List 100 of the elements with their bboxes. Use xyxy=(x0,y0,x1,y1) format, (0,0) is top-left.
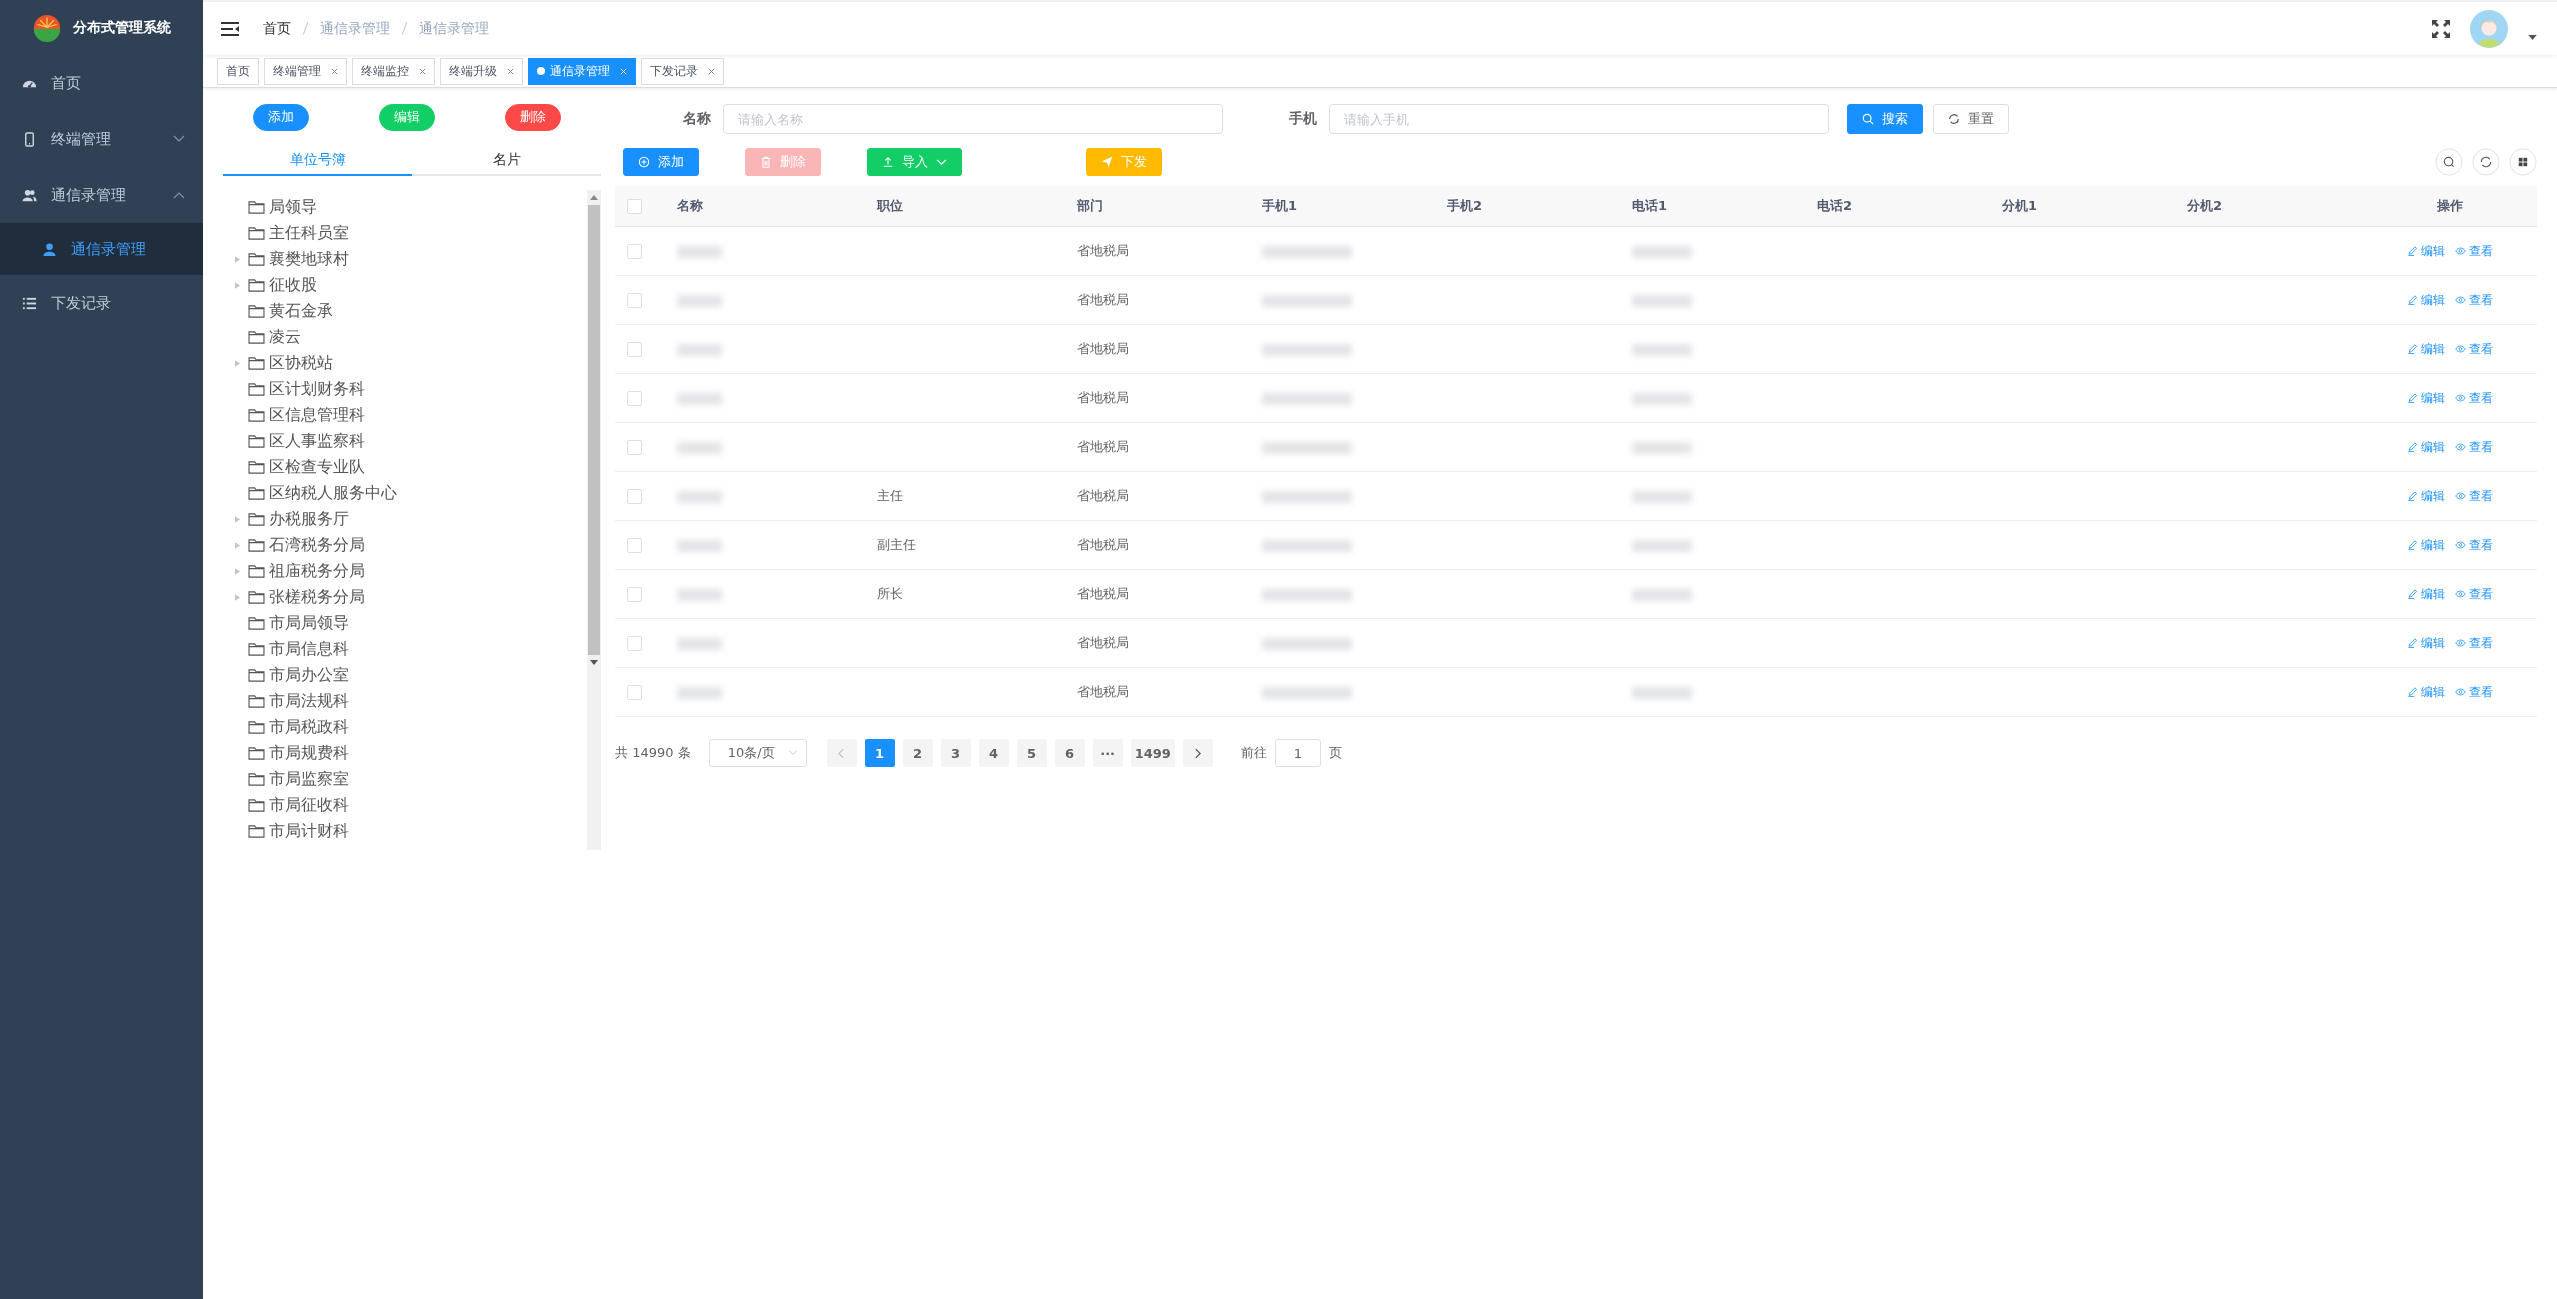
panel-tab[interactable]: 单位号簿 xyxy=(223,144,412,176)
action-link[interactable]: 查看 xyxy=(2454,242,2493,260)
grid-icon[interactable] xyxy=(2509,148,2537,176)
action-link[interactable]: 编辑 xyxy=(2406,585,2445,603)
page-number[interactable]: 1 xyxy=(864,739,895,767)
tree-node[interactable]: 区检查专业队 xyxy=(223,454,587,480)
close-icon[interactable] xyxy=(419,67,426,75)
page-number[interactable]: 3 xyxy=(940,739,971,767)
tree-node[interactable]: 区纳税人服务中心 xyxy=(223,480,587,506)
expand-arrow-icon[interactable] xyxy=(235,541,240,549)
sidebar-menu-item[interactable]: 通信录管理 xyxy=(0,167,203,223)
round-button[interactable]: 删除 xyxy=(505,103,561,131)
tree-node[interactable]: 主任科员室 xyxy=(223,220,587,246)
tree-node[interactable]: 石湾税务分局 xyxy=(223,532,587,558)
action-link[interactable]: 查看 xyxy=(2454,585,2493,603)
caret-icon[interactable] xyxy=(2528,35,2537,40)
select-all-checkbox[interactable] xyxy=(627,199,642,214)
breadcrumb-item[interactable]: 首页 xyxy=(263,19,291,38)
close-icon[interactable] xyxy=(708,67,715,75)
close-icon[interactable] xyxy=(507,67,514,75)
page-tab[interactable]: 终端管理 xyxy=(264,57,347,85)
tree-node[interactable]: 征收股 xyxy=(223,272,587,298)
avatar-icon[interactable] xyxy=(2470,9,2508,48)
tree-node[interactable]: 市局信息科 xyxy=(223,636,587,662)
row-checkbox[interactable] xyxy=(627,636,642,651)
row-checkbox[interactable] xyxy=(627,293,642,308)
expand-arrow-icon[interactable] xyxy=(235,359,240,367)
tree-node[interactable]: 局领导 xyxy=(223,194,587,220)
round-button[interactable]: 添加 xyxy=(253,103,309,131)
row-checkbox[interactable] xyxy=(627,391,642,406)
page-tab[interactable]: 终端监控 xyxy=(352,57,435,85)
next-page-button[interactable] xyxy=(1182,739,1213,767)
close-icon[interactable] xyxy=(331,67,338,75)
tree-node[interactable]: 区协税站 xyxy=(223,350,587,376)
tree-node[interactable]: 市局监察室 xyxy=(223,766,587,792)
action-link[interactable]: 查看 xyxy=(2454,340,2493,358)
tree-node[interactable]: 市局局领导 xyxy=(223,610,587,636)
tree-node[interactable]: 凌云 xyxy=(223,324,587,350)
row-checkbox[interactable] xyxy=(627,440,642,455)
action-link[interactable]: 编辑 xyxy=(2406,291,2445,309)
scrollbar[interactable] xyxy=(587,190,601,850)
page-tab[interactable]: 终端升级 xyxy=(440,57,523,85)
search-icon[interactable] xyxy=(2435,148,2463,176)
page-tab[interactable]: 下发记录 xyxy=(641,57,724,85)
expand-arrow-icon[interactable] xyxy=(235,593,240,601)
sidebar-menu-item[interactable]: 下发记录 xyxy=(0,275,203,331)
action-link[interactable]: 编辑 xyxy=(2406,242,2445,260)
row-checkbox[interactable] xyxy=(627,489,642,504)
action-link[interactable]: 查看 xyxy=(2454,438,2493,456)
sidebar-submenu-item[interactable]: 通信录管理 xyxy=(0,223,203,275)
tree-node[interactable]: 市局法规科 xyxy=(223,688,587,714)
action-link[interactable]: 查看 xyxy=(2454,634,2493,652)
sidebar-menu-item[interactable]: 首页 xyxy=(0,55,203,111)
action-link[interactable]: 编辑 xyxy=(2406,683,2445,701)
expand-arrow-icon[interactable] xyxy=(235,567,240,575)
expand-arrow-icon[interactable] xyxy=(235,515,240,523)
page-number[interactable]: 1499 xyxy=(1130,739,1175,767)
action-link[interactable]: 编辑 xyxy=(2406,438,2445,456)
tree-node[interactable]: 市局办公室 xyxy=(223,662,587,688)
action-link[interactable]: 编辑 xyxy=(2406,536,2445,554)
tree-node[interactable]: 区计划财务科 xyxy=(223,376,587,402)
page-number[interactable]: ··· xyxy=(1092,739,1123,767)
action-link[interactable]: 查看 xyxy=(2454,389,2493,407)
tree-node[interactable]: 黄石金承 xyxy=(223,298,587,324)
toolbar-button[interactable]: 添加 xyxy=(623,148,699,176)
tree-node[interactable]: 襄樊地球村 xyxy=(223,246,587,272)
search-input-field[interactable]: 请输入名称 xyxy=(723,104,1223,134)
page-number[interactable]: 2 xyxy=(902,739,933,767)
row-checkbox[interactable] xyxy=(627,587,642,602)
tree-node[interactable]: 办税服务厅 xyxy=(223,506,587,532)
goto-page-input[interactable]: 1 xyxy=(1274,739,1321,767)
tree-node[interactable]: 区人事监察科 xyxy=(223,428,587,454)
tree-node[interactable]: 市局规费科 xyxy=(223,740,587,766)
search-input-field[interactable]: 请输入手机 xyxy=(1329,104,1829,134)
search-button[interactable]: 搜索 xyxy=(1847,104,1923,134)
refresh-icon[interactable] xyxy=(2472,148,2500,176)
action-link[interactable]: 查看 xyxy=(2454,536,2493,554)
page-tab[interactable]: 通信录管理 xyxy=(528,57,636,85)
tree-node[interactable]: 张槎税务分局 xyxy=(223,584,587,610)
action-link[interactable]: 编辑 xyxy=(2406,487,2445,505)
tree-node[interactable]: 市局税政科 xyxy=(223,714,587,740)
action-link[interactable]: 编辑 xyxy=(2406,634,2445,652)
tree-node[interactable]: 祖庙税务分局 xyxy=(223,558,587,584)
fullscreen-icon[interactable] xyxy=(2432,19,2450,38)
scroll-up-arrow-icon[interactable] xyxy=(590,195,598,200)
menu-toggle-icon[interactable] xyxy=(221,21,239,36)
tree-node[interactable]: 市局计财科 xyxy=(223,818,587,844)
action-link[interactable]: 编辑 xyxy=(2406,389,2445,407)
row-checkbox[interactable] xyxy=(627,244,642,259)
scroll-down-arrow-icon[interactable] xyxy=(590,660,598,665)
tree-node[interactable]: 区信息管理科 xyxy=(223,402,587,428)
sidebar-menu-item[interactable]: 终端管理 xyxy=(0,111,203,167)
page-size-select[interactable]: 10条/页 xyxy=(708,739,807,767)
action-link[interactable]: 查看 xyxy=(2454,291,2493,309)
expand-arrow-icon[interactable] xyxy=(235,255,240,263)
row-checkbox[interactable] xyxy=(627,538,642,553)
expand-arrow-icon[interactable] xyxy=(235,281,240,289)
page-number[interactable]: 5 xyxy=(1016,739,1047,767)
tree-node[interactable]: 市局征收科 xyxy=(223,792,587,818)
row-checkbox[interactable] xyxy=(627,685,642,700)
